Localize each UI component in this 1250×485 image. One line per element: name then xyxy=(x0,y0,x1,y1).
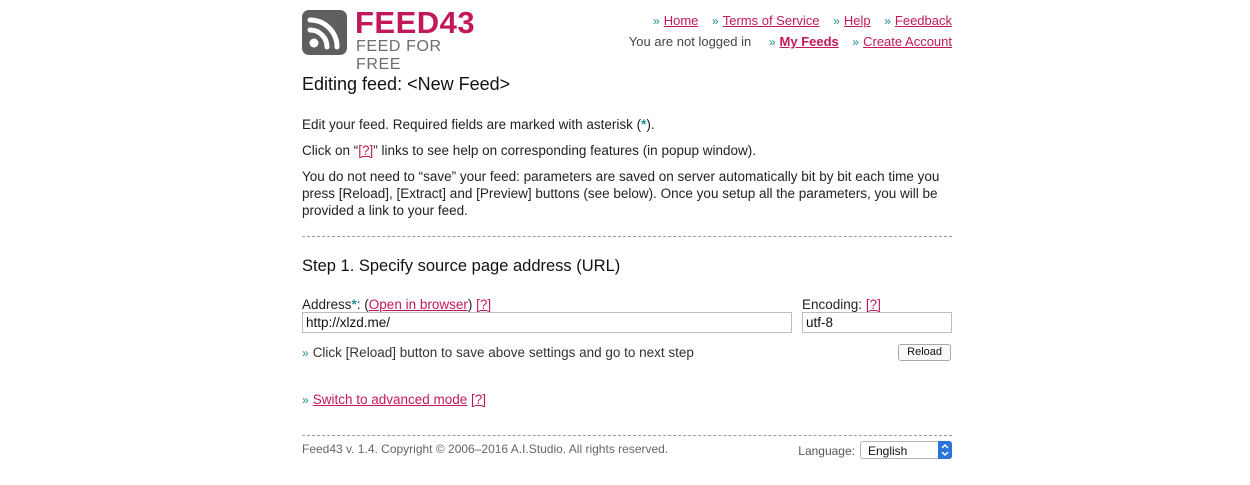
language-select[interactable]: English xyxy=(860,441,952,459)
bullet-icon: » xyxy=(653,14,660,28)
intro-paragraph-help: Click on “[?]” links to see help on corr… xyxy=(302,143,757,158)
nav-feedback-link[interactable]: Feedback xyxy=(895,13,952,28)
footer-copyright: Feed43 v. 1.4. Copyright © 2006–2016 A.I… xyxy=(302,442,669,456)
divider xyxy=(302,435,952,436)
encoding-help-link[interactable]: [?] xyxy=(866,297,881,312)
bullet-icon: » xyxy=(302,393,309,407)
nav-create-account-link[interactable]: Create Account xyxy=(863,34,952,49)
advanced-mode-row: » Switch to advanced mode [?] xyxy=(302,392,486,407)
bullet-icon: » xyxy=(884,14,891,28)
divider xyxy=(302,236,952,237)
feed43-logo[interactable]: FEED43 FEED FOR FREE xyxy=(302,6,482,73)
language-label: Language: xyxy=(798,444,855,458)
intro-paragraph-required: Edit your feed. Required fields are mark… xyxy=(302,117,655,132)
nav-terms-link[interactable]: Terms of Service xyxy=(723,13,820,28)
logo-title: FEED43 xyxy=(355,5,476,40)
bullet-icon: » xyxy=(833,14,840,28)
bullet-icon: » xyxy=(768,35,776,49)
advanced-help-link[interactable]: [?] xyxy=(471,392,486,407)
nav-home-link[interactable]: Home xyxy=(664,13,699,28)
address-help-link[interactable]: [?] xyxy=(476,297,491,312)
intro-text: Edit your feed. Required fields are mark… xyxy=(302,116,952,228)
page-title: Editing feed: <New Feed> xyxy=(302,74,511,94)
address-label: Address*: (Open in browser) [?] xyxy=(302,297,492,312)
advanced-mode-link[interactable]: Switch to advanced mode xyxy=(313,392,468,407)
bullet-icon: » xyxy=(852,35,860,49)
nav-help-link[interactable]: Help xyxy=(844,13,871,28)
bullet-icon: » xyxy=(712,14,719,28)
help-link[interactable]: [?] xyxy=(358,143,373,158)
top-navigation: » Home » Terms of Service » Help » Feedback … xyxy=(629,13,952,49)
intro-paragraph-save: You do not need to “save” your feed: par… xyxy=(302,169,940,218)
nav-my-feeds-link[interactable]: My Feeds xyxy=(780,34,839,49)
rss-icon xyxy=(302,10,347,55)
step1-title: Step 1. Specify source page address (URL… xyxy=(302,257,621,275)
address-input[interactable]: http://xlzd.me/ xyxy=(302,312,792,333)
login-status: You are not logged in xyxy=(628,34,752,49)
reload-hint: » Click [Reload] button to save above set… xyxy=(302,345,694,360)
language-value: English xyxy=(868,444,908,458)
select-arrows-icon xyxy=(938,441,952,459)
encoding-input[interactable]: utf-8 xyxy=(802,312,952,333)
reload-button[interactable]: Reload xyxy=(898,344,951,361)
encoding-label: Encoding: [?] xyxy=(802,297,881,312)
logo-subtitle: FEED FOR FREE xyxy=(356,38,442,73)
open-in-browser-link[interactable]: Open in browser xyxy=(369,297,468,312)
bullet-icon: » xyxy=(302,346,309,360)
